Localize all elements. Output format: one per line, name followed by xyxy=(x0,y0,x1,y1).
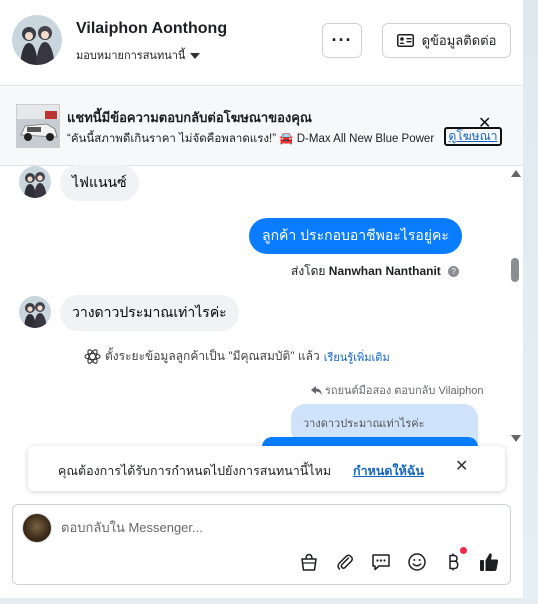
message-composer xyxy=(12,504,511,585)
conversation-panel: Vilaiphon Aonthong มอบหมายการสนทนานี้ ··… xyxy=(0,0,523,598)
background-edge xyxy=(0,598,538,604)
paperclip-icon[interactable] xyxy=(333,550,356,573)
background-edge xyxy=(523,0,538,604)
ad-reply-banner: แชทนี้มีข้อความตอบกลับต่อโฆษณาของคุณ “คั… xyxy=(0,87,523,166)
reply-arrow-icon xyxy=(311,385,322,395)
sent-by-prefix: ส่งโดย xyxy=(291,264,326,278)
contact-name[interactable]: Vilaiphon Aonthong xyxy=(76,20,227,38)
thumbs-up-icon[interactable] xyxy=(477,550,500,573)
incoming-message: ไฟแนนซ์ xyxy=(60,165,139,201)
payment-icon[interactable] xyxy=(441,547,467,573)
sent-by-name: Nanwhan Nanthanit xyxy=(328,264,441,278)
more-icon: ··· xyxy=(331,30,353,50)
notification-dot xyxy=(460,547,467,554)
sent-by-label: ส่งโดย Nanwhan Nanthanit ? xyxy=(291,262,460,281)
page-avatar xyxy=(22,513,52,543)
chevron-down-icon xyxy=(190,53,201,60)
scroll-down-arrow-icon[interactable] xyxy=(511,435,521,442)
outgoing-message: ลูกค้า ประกอบอาชีพอะไรอยู่คะ xyxy=(249,218,462,254)
view-contact-button[interactable]: ดูข้อมูลติดต่อ xyxy=(382,23,511,58)
ad-thumbnail xyxy=(16,104,60,148)
assign-prompt-toast: คุณต้องการได้รับการกำหนดไปยังการสนทนานี้… xyxy=(28,446,505,491)
reply-context-text: รถยนต์มือสอง ตอบกลับ Vilaiphon xyxy=(325,385,484,397)
reply-context: รถยนต์มือสอง ตอบกลับ Vilaiphon xyxy=(310,381,484,399)
assign-to-me-link[interactable]: กำหนดให้ฉัน xyxy=(353,461,424,481)
saved-replies-icon[interactable] xyxy=(369,550,392,573)
learn-more-link[interactable]: เรียนรู้เพิ่มเติม xyxy=(324,348,390,366)
lead-stage-note: ตั้งระยะข้อมูลลูกค้าเป็น "มีคุณสมบัติ" แ… xyxy=(84,347,390,366)
scroll-up-arrow-icon[interactable] xyxy=(511,170,521,177)
lead-stage-text: ตั้งระยะข้อมูลลูกค้าเป็น "มีคุณสมบัติ" แ… xyxy=(105,349,320,363)
view-ad-link[interactable]: ดูโฆษณา xyxy=(444,127,502,146)
message-scrollbar[interactable] xyxy=(507,168,523,444)
contact-avatar-small xyxy=(19,166,51,198)
scroll-thumb[interactable] xyxy=(511,258,519,282)
close-icon[interactable]: ✕ xyxy=(478,116,491,132)
composer-toolbar xyxy=(297,547,500,573)
contact-avatar-small xyxy=(19,296,51,328)
emoji-icon[interactable] xyxy=(405,550,428,573)
contact-card-icon xyxy=(396,34,414,47)
more-options-button[interactable]: ··· xyxy=(322,23,362,58)
shopping-bag-icon[interactable] xyxy=(297,550,320,573)
ad-banner-title: แชทนี้มีข้อความตอบกลับต่อโฆษณาของคุณ xyxy=(67,110,312,125)
assign-label: มอบหมายการสนทนานี้ xyxy=(76,50,186,62)
incoming-message: วางดาวประมาณเท่าไรค่ะ xyxy=(60,295,239,331)
assign-prompt-text: คุณต้องการได้รับการกำหนดไปยังการสนทนานี้… xyxy=(58,464,332,478)
assign-conversation-dropdown[interactable]: มอบหมายการสนทนานี้ xyxy=(76,46,201,64)
close-icon[interactable]: ✕ xyxy=(455,459,468,475)
conversation-header: Vilaiphon Aonthong มอบหมายการสนทนานี้ ··… xyxy=(0,0,523,86)
contact-avatar[interactable] xyxy=(12,15,62,65)
question-icon[interactable]: ? xyxy=(448,266,460,278)
reply-input[interactable] xyxy=(61,515,481,539)
view-contact-label: ดูข้อมูลติดต่อ xyxy=(421,33,497,48)
ad-description: “คันนี้สภาพดีเกินราคา ไม่จัดคือพลาดแรง!”… xyxy=(67,133,435,145)
atom-icon xyxy=(84,349,101,364)
